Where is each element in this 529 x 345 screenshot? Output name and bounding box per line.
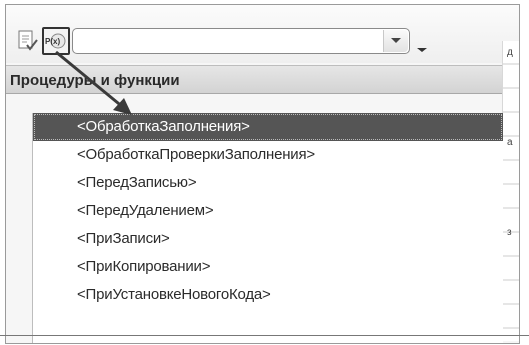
chevron-down-icon <box>391 38 401 43</box>
bottom-border <box>0 335 529 336</box>
procedures-list[interactable]: <ОбработкаЗаполнения> <ОбработкаПроверки… <box>32 113 503 343</box>
list-item[interactable]: <ОбработкаПроверкиЗаполнения> <box>33 141 503 169</box>
side-panel-edge: д а з <box>502 41 519 341</box>
side-glyph: а <box>507 137 513 148</box>
list-item[interactable]: <ПриЗаписи> <box>33 225 503 253</box>
procedure-select-dropdown[interactable] <box>383 30 408 52</box>
menu-down-icon <box>417 48 427 52</box>
procedures-button[interactable]: P(x) <box>42 27 70 55</box>
check-module-button[interactable] <box>14 27 42 55</box>
list-item[interactable]: <ОбработкаЗаполнения> <box>33 113 503 141</box>
list-item[interactable]: <ПриКопировании> <box>33 253 503 281</box>
list-item[interactable]: <ПередУдалением> <box>33 197 503 225</box>
combo-menu-button[interactable] <box>414 39 430 53</box>
panel-header: Процедуры и функции <box>6 65 502 94</box>
procedure-badge: P(x) <box>45 37 60 46</box>
check-list-icon <box>18 30 38 51</box>
side-glyph: з <box>507 227 512 238</box>
module-window: P(x) д а з Процедуры и функции <Обработк… <box>5 4 520 344</box>
procedure-icon: P(x) <box>45 33 66 49</box>
list-item[interactable]: <ПередЗаписью> <box>33 169 503 197</box>
side-glyph: д <box>507 47 513 58</box>
toolbar: P(x) <box>6 5 519 63</box>
procedure-select[interactable] <box>72 28 410 54</box>
list-item[interactable]: <ПриУстановкеНовогоКода> <box>33 281 503 309</box>
